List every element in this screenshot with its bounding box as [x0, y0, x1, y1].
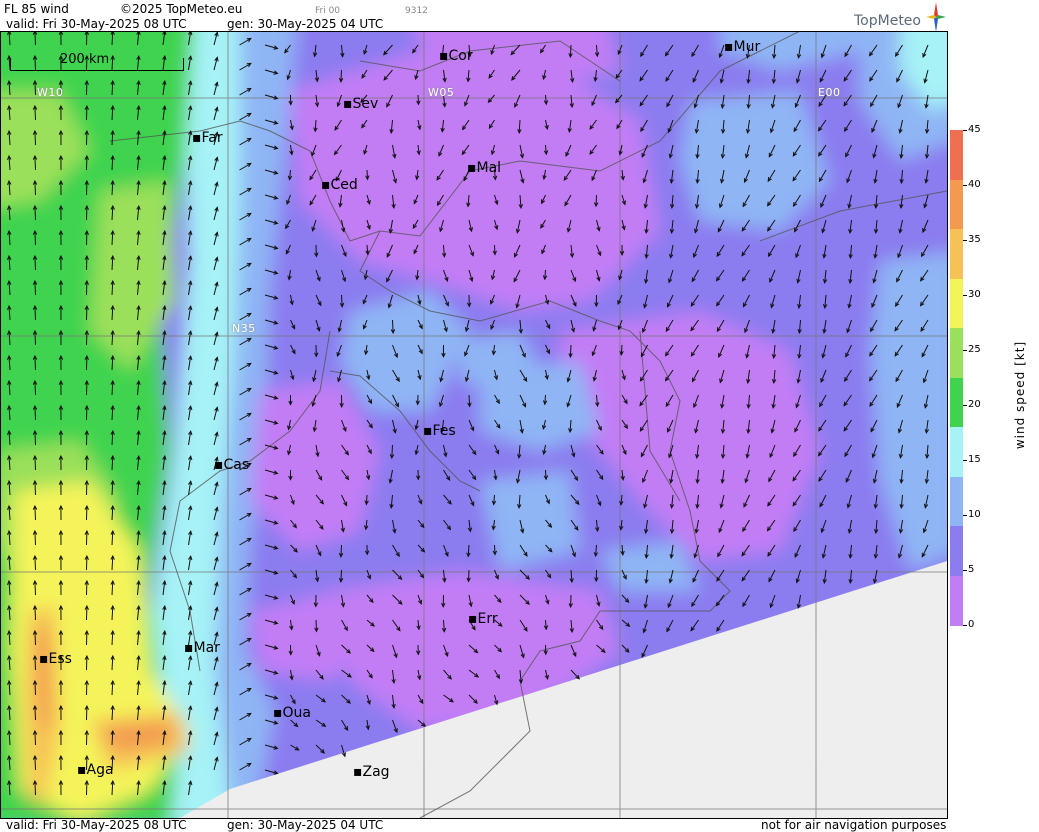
wind-arrow — [34, 705, 36, 721]
colorbar-tick-label: 40 — [968, 179, 981, 190]
city-oua[interactable]: ▪Oua — [273, 706, 311, 720]
wind-arrow — [34, 405, 36, 421]
colorbar-tick — [963, 130, 967, 131]
wind-arrow — [34, 580, 36, 596]
product-code: 9312 — [405, 6, 428, 16]
city-mur[interactable]: ▪Mur — [724, 40, 760, 54]
city-mar[interactable]: ▪Mar — [184, 641, 220, 655]
wind-arrow — [34, 230, 36, 246]
colorbar-segment — [950, 328, 963, 378]
colorbar-tick-label: 45 — [968, 124, 981, 135]
colorbar-segment — [950, 427, 963, 477]
colorbar-segment — [950, 526, 963, 576]
footer-generation-time: gen: 30-May-2025 04 UTC — [227, 818, 384, 832]
city-cor[interactable]: ▪Cor — [439, 49, 473, 63]
wind-arrow — [34, 655, 36, 671]
colorbar-segment — [950, 130, 963, 180]
colorbar-tick-label: 30 — [968, 289, 981, 300]
scale-bar-label: 200 km — [60, 52, 110, 67]
colorbar-segment — [950, 278, 963, 329]
footer-valid-time: valid: Fri 30-May-2025 08 UTC — [6, 818, 187, 832]
wind-arrow — [34, 630, 36, 646]
colorbar-tick — [963, 625, 967, 626]
colorbar-tick — [963, 460, 967, 461]
city-ess[interactable]: ▪Ess — [39, 652, 72, 666]
wind-arrow — [34, 455, 36, 471]
colorbar-segment — [950, 229, 963, 279]
wind-arrow — [34, 105, 36, 121]
colorbar-tick-label: 25 — [968, 344, 981, 355]
wind-arrow — [34, 680, 36, 696]
wind-arrow — [34, 755, 36, 771]
city-sev[interactable]: ▪Sev — [343, 97, 378, 111]
logo-text: TopMeteo — [854, 13, 921, 29]
wind-map[interactable]: 200 km W10 W05 E00 N35 ▪Cor ▪Mur ▪Sev ▪F… — [0, 31, 947, 818]
city-ced[interactable]: ▪Ced — [321, 178, 358, 192]
colorbar-segment — [950, 476, 963, 527]
city-cas[interactable]: ▪Cas — [214, 458, 249, 472]
colorbar-tick-label: 10 — [968, 509, 981, 520]
colorbar-tick — [963, 350, 967, 351]
wind-arrow — [34, 480, 36, 496]
colorbar-tick-label: 20 — [968, 399, 981, 410]
grid-label-w05: W05 — [428, 86, 455, 99]
wind-arrow — [34, 780, 36, 796]
colorbar-tick — [963, 185, 967, 186]
wind-arrow — [34, 31, 36, 46]
city-err[interactable]: ▪Err — [468, 612, 498, 626]
wind-arrow — [34, 280, 36, 296]
wind-arrow — [34, 605, 36, 621]
colorbar-tick-label: 35 — [968, 234, 981, 245]
wind-arrow — [34, 130, 36, 146]
wind-arrow — [34, 205, 36, 221]
compass-star-icon — [926, 2, 946, 32]
colorbar-tick — [963, 295, 967, 296]
wind-arrow — [34, 430, 36, 446]
forecast-step: Fri 00 — [315, 6, 341, 16]
colorbar-segment — [950, 377, 963, 428]
wind-arrow — [34, 180, 36, 196]
wind-arrow — [34, 555, 36, 571]
product-title: FL 85 wind — [4, 2, 69, 16]
valid-time: valid: Fri 30-May-2025 08 UTC — [6, 17, 187, 31]
colorbar-tick — [963, 405, 967, 406]
colorbar-tick — [963, 570, 967, 571]
city-far[interactable]: ▪Far — [192, 131, 223, 145]
colorbar-segment — [950, 575, 963, 626]
colorbar-title: wind speed [kt] — [1013, 340, 1027, 450]
footer-disclaimer: not for air navigation purposes — [761, 818, 947, 832]
wind-arrow — [34, 80, 36, 96]
colorbar-tick — [963, 240, 967, 241]
colorbar-tick-label: 15 — [968, 454, 981, 465]
grid-label-w10: W10 — [37, 86, 64, 99]
city-mal[interactable]: ▪Mal — [467, 161, 501, 175]
city-fes[interactable]: ▪Fes — [423, 424, 456, 438]
grid-label-n35: N35 — [232, 322, 256, 335]
grid-label-e00: E00 — [818, 86, 841, 99]
wind-speed-colorbar — [950, 130, 963, 626]
wind-arrow — [34, 380, 36, 396]
wind-arrow — [34, 255, 36, 271]
copyright: ©2025 TopMeteo.eu — [120, 2, 243, 16]
generation-time: gen: 30-May-2025 04 UTC — [227, 17, 384, 31]
colorbar-tick-label: 5 — [968, 564, 975, 575]
wind-arrow — [34, 330, 36, 346]
city-zag[interactable]: ▪Zag — [353, 765, 390, 779]
colorbar-tick — [963, 515, 967, 516]
wind-arrow — [34, 355, 36, 371]
colorbar-tick-label: 0 — [968, 619, 975, 630]
city-aga[interactable]: ▪Aga — [77, 763, 114, 777]
topmeteo-logo: TopMeteo — [850, 2, 946, 32]
wind-arrow — [34, 730, 36, 746]
wind-arrow — [34, 530, 36, 546]
colorbar-segment — [950, 179, 963, 230]
wind-arrow — [34, 505, 36, 521]
wind-arrow — [34, 155, 36, 171]
wind-arrow — [34, 305, 36, 321]
